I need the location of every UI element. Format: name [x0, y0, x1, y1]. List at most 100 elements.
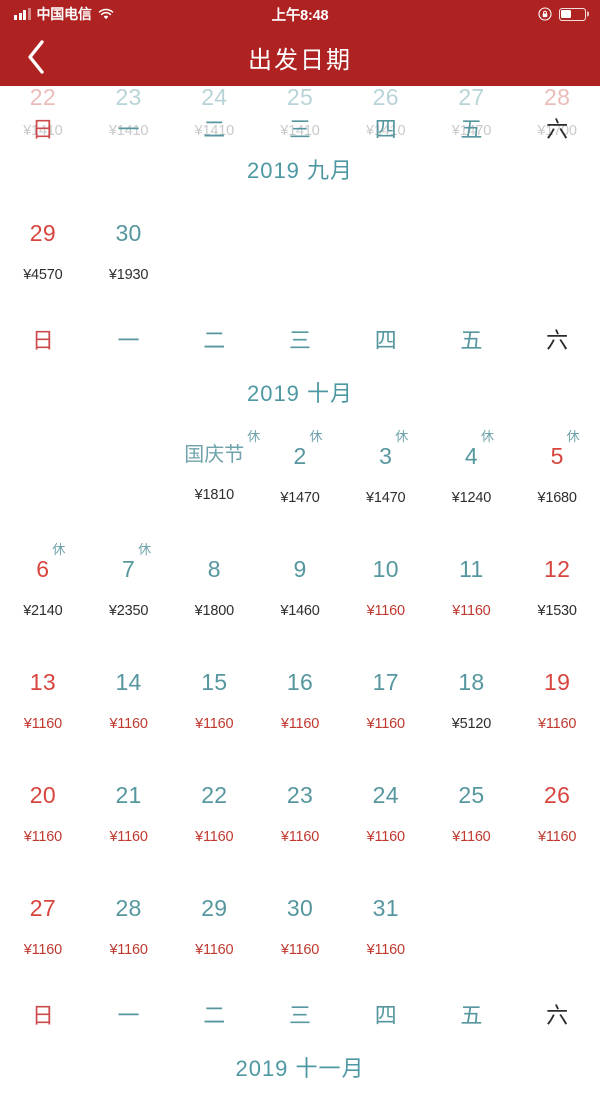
day-number: 11 [459, 556, 484, 582]
status-bar: 中国电信 上午8:48 [0, 0, 600, 28]
day-cell[interactable]: 3 休 ¥1470 [343, 425, 429, 538]
day-price: ¥1160 [366, 716, 405, 732]
day-cell[interactable]: 28 ¥1160 [86, 877, 172, 990]
weekday-label-2: 二 [203, 117, 226, 142]
day-price: ¥1160 [109, 716, 148, 732]
weekday-label-5: 五 [460, 1003, 483, 1028]
day-number: 27 [29, 895, 56, 921]
weekday-label-6: 六 [546, 328, 569, 353]
weekday-label-3: 三 [288, 328, 311, 353]
day-number: 21 [115, 782, 142, 808]
day-number: 31 [372, 895, 399, 921]
day-number: 29 [29, 220, 56, 246]
day-cell[interactable]: 11 ¥1160 [429, 538, 515, 651]
rest-day-badge: 休 [309, 429, 323, 444]
day-cell[interactable]: 4 休 ¥1240 [429, 425, 515, 538]
weekday-label-4: 四 [374, 117, 397, 142]
day-cell[interactable]: 17 ¥1160 [343, 651, 429, 764]
day-number: 20 [29, 782, 56, 808]
day-number: 2 [293, 443, 307, 469]
day-price: ¥1160 [195, 716, 234, 732]
day-cell[interactable]: 18 ¥5120 [429, 651, 515, 764]
day-number: 7 [122, 556, 136, 582]
day-price: ¥1160 [109, 942, 148, 958]
rest-day-badge: 休 [138, 542, 152, 557]
weekday-label-5: 五 [460, 117, 483, 142]
day-cell[interactable]: 30 ¥1930 [86, 202, 172, 315]
day-cell[interactable]: 6 休 ¥2140 [0, 538, 86, 651]
day-price: ¥1160 [280, 829, 320, 845]
day-cell[interactable]: 8 ¥1800 [171, 538, 257, 651]
day-cell[interactable]: 12 ¥1530 [514, 538, 600, 651]
back-button[interactable] [10, 28, 62, 86]
day-cell[interactable]: 19 ¥1160 [514, 651, 600, 764]
weekday-label-0: 日 [31, 1003, 54, 1028]
weekday-label-4: 四 [374, 1003, 397, 1028]
day-cell-empty [429, 877, 515, 990]
day-cell[interactable]: 23 ¥1160 [257, 764, 343, 877]
day-price: ¥1470 [366, 490, 406, 506]
calendar-week-row: 6 休 ¥2140 7 休 ¥2350 8 ¥1800 9 ¥1460 10 ¥1160 11 ¥1160… [0, 538, 600, 651]
day-cell[interactable]: 26 ¥1160 [514, 764, 600, 877]
weekday-header-row-october: 日一二三四五六 [0, 315, 600, 367]
day-cell-empty [429, 202, 515, 315]
day-cell[interactable]: 27 ¥1160 [0, 877, 86, 990]
day-cell[interactable]: 30 ¥1160 [257, 877, 343, 990]
battery-icon [559, 7, 586, 21]
day-number: 30 [115, 220, 142, 246]
day-price: ¥4570 [23, 267, 63, 283]
day-price: ¥5120 [451, 716, 492, 732]
day-cell[interactable]: 20 ¥1160 [0, 764, 86, 877]
day-cell[interactable]: 16 ¥1160 [257, 651, 343, 764]
weekday-label-3: 三 [288, 1003, 311, 1028]
status-bar-left: 中国电信 [14, 4, 114, 24]
day-cell[interactable]: 25 ¥1160 [429, 764, 515, 877]
day-cell[interactable]: 21 ¥1160 [86, 764, 172, 877]
rest-day-badge: 休 [566, 429, 580, 444]
calendar-scroll-area[interactable]: 22 ¥1410 23 ¥1410 24 ¥1410 25 ¥1410 26 ¥1410 27 ¥14… [0, 86, 600, 1100]
weekday-label-3: 三 [288, 117, 311, 142]
day-price: ¥2350 [108, 603, 149, 619]
day-cell[interactable]: 7 休 ¥2350 [86, 538, 172, 651]
weekday-label-4: 四 [374, 328, 397, 353]
day-price: ¥1160 [452, 829, 491, 845]
rest-day-badge: 休 [480, 429, 494, 444]
day-cell[interactable]: 14 ¥1160 [86, 651, 172, 764]
wifi-icon [98, 8, 114, 21]
weekday-label-0: 日 [31, 117, 54, 142]
day-cell[interactable]: 29 ¥1160 [171, 877, 257, 990]
day-cell-empty [171, 202, 257, 315]
day-number: 5 [550, 443, 564, 469]
day-cell[interactable]: 31 ¥1160 [343, 877, 429, 990]
day-number: 10 [372, 556, 399, 582]
day-price: ¥1160 [452, 603, 491, 619]
day-cell[interactable]: 13 ¥1160 [0, 651, 86, 764]
day-cell[interactable]: 国庆节休 ¥1810 [171, 425, 260, 538]
weekday-label-2: 二 [203, 328, 226, 353]
day-cell[interactable]: 9 ¥1460 [257, 538, 343, 651]
nav-bar: 出发日期 [0, 28, 600, 86]
status-bar-right [538, 7, 586, 21]
clipped-week-row-september: 22 ¥1410 23 ¥1410 24 ¥1410 25 ¥1410 26 ¥1410 27 ¥14… [0, 86, 600, 144]
day-cell[interactable]: 10 ¥1160 [343, 538, 429, 651]
day-cell[interactable]: 5 休 ¥1680 [514, 425, 600, 538]
day-cell-empty [86, 425, 172, 538]
day-cell[interactable]: 2 休 ¥1470 [257, 425, 343, 538]
day-cell[interactable]: 29 ¥4570 [0, 202, 86, 315]
day-cell-empty [514, 202, 600, 315]
day-number: 16 [286, 669, 314, 695]
day-number: 30 [286, 895, 314, 921]
day-number: 28 [115, 895, 142, 921]
day-price: ¥1160 [195, 829, 234, 845]
day-price: ¥1160 [280, 942, 320, 958]
day-price: ¥1530 [537, 603, 577, 619]
day-cell[interactable]: 24 ¥1160 [343, 764, 429, 877]
day-price: ¥1160 [366, 942, 405, 958]
weekday-header-row-november: 日一二三四五六 [0, 990, 600, 1042]
day-cell[interactable]: 22 ¥1160 [171, 764, 257, 877]
day-cell[interactable]: 15 ¥1160 [171, 651, 257, 764]
day-number: 17 [372, 669, 399, 695]
calendar-week-row: 27 ¥1160 28 ¥1160 29 ¥1160 30 ¥1160 31 ¥1160 [0, 877, 600, 990]
day-price: ¥1680 [537, 490, 577, 506]
day-number: 8 [207, 556, 221, 582]
